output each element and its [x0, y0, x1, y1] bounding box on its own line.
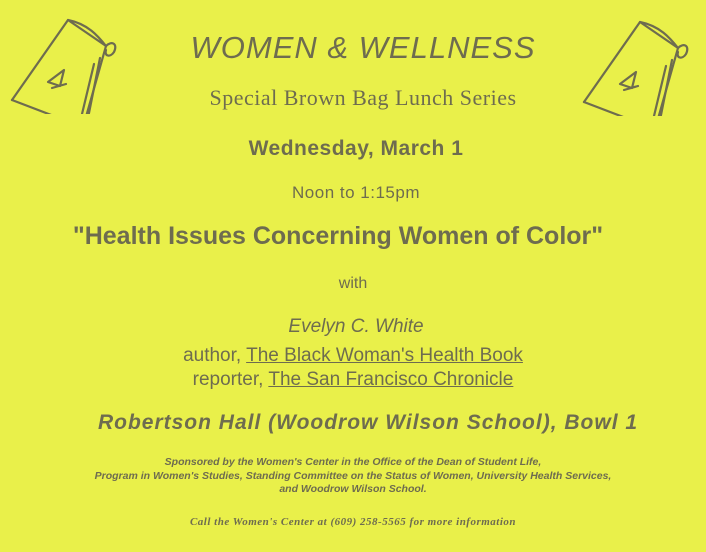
book-title: The Black Woman's Health Book	[246, 345, 523, 366]
with-label: with	[338, 275, 368, 292]
newspaper-title: The San Francisco Chronicle	[268, 369, 514, 390]
contact-info: Call the Women's Center at (609) 258-556…	[189, 516, 517, 528]
sponsor-line: Sponsored by the Women's Center in the O…	[164, 456, 542, 468]
speaker-newspaper-line: reporter, The San Francisco Chronicle	[0, 369, 706, 391]
speaker-name: Evelyn C. White	[288, 316, 424, 337]
event-venue: Robertson Hall (Woodrow Wilson School), …	[97, 411, 639, 434]
speaker-book-line: author, The Black Woman's Health Book	[0, 345, 706, 367]
talk-title: "Health Issues Concerning Women of Color…	[72, 222, 604, 250]
poster-subtitle: Special Brown Bag Lunch Series	[209, 85, 517, 110]
sponsor-line: and Woodrow Wilson School.	[279, 483, 427, 495]
poster-title: WOMEN & WELLNESS	[190, 30, 536, 65]
role-author-label: author,	[183, 345, 247, 366]
sponsor-line: Program in Women's Studies, Standing Com…	[94, 469, 612, 482]
event-date: Wednesday, March 1	[248, 137, 464, 160]
event-time: Noon to 1:15pm	[292, 183, 420, 202]
sponsor-block: Sponsored by the Women's Center in the O…	[0, 456, 706, 497]
role-reporter-label: reporter,	[192, 369, 269, 390]
